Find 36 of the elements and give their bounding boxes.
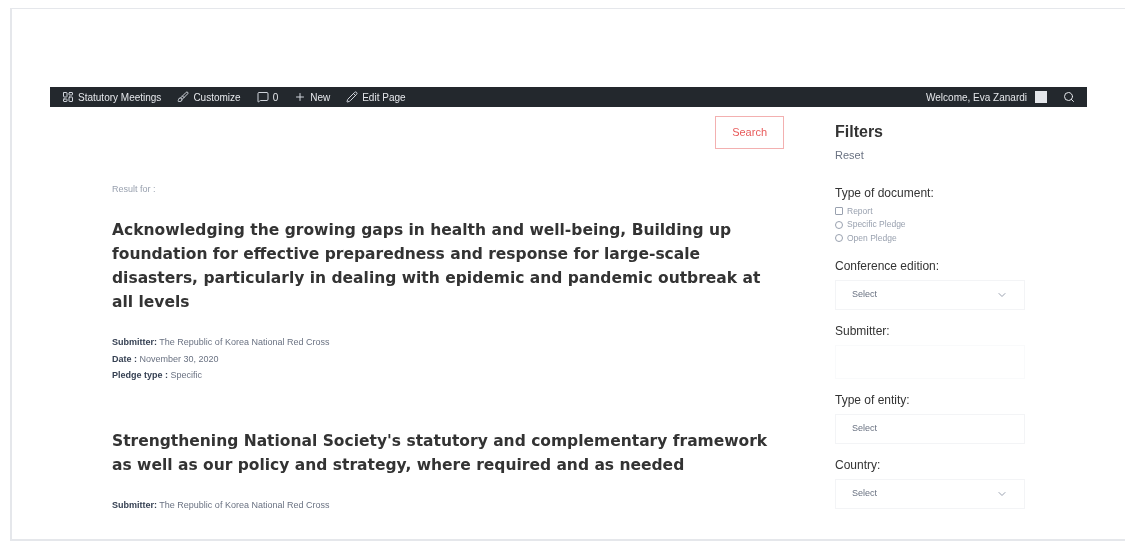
select-field[interactable]: Select	[835, 279, 1025, 310]
result-title[interactable]: Acknowledging the growing gaps in health and well-being, Building up foundation for effective preparedness and response for large-scale disasters, particularly in dealing with epidemic and pandemic outbreak at all levels	[112, 218, 792, 314]
filter-label: Submitter:	[835, 322, 891, 340]
radio-button[interactable]	[835, 220, 843, 229]
admin-bar-link[interactable]: Edit Page	[346, 89, 406, 105]
comment-icon	[256, 91, 269, 103]
filter-label: Type of document:	[835, 184, 935, 202]
option-label: Report	[847, 204, 873, 218]
filter-label: Country:	[835, 456, 882, 474]
meta-line: Pledge type : Specific	[112, 369, 204, 382]
filter-label: Conference edition:	[835, 257, 941, 275]
select-field[interactable]: Select	[835, 478, 1025, 509]
radio-button[interactable]	[835, 234, 843, 243]
admin-bar-link[interactable]: New	[294, 89, 331, 105]
result-title[interactable]: Strengthening National Society's statutory and complementary framework as well as our policy and strategy, where required and as needed	[112, 428, 792, 477]
filters-title: Filters	[835, 122, 884, 142]
admin-bar-link[interactable]: Customize	[177, 89, 241, 105]
brush-icon	[177, 91, 190, 103]
reset-link[interactable]: Reset	[835, 147, 1025, 164]
search-button[interactable]: Search	[715, 116, 784, 149]
select-field[interactable]: Select	[835, 413, 1025, 444]
meta-line: Submitter: The Republic of Korea National Red Cross	[112, 498, 331, 512]
result-for-label: Result for :	[112, 182, 157, 196]
plus-icon	[294, 91, 307, 103]
meta-line: Submitter: The Republic of Korea National Red Cross	[112, 336, 331, 349]
option-label: Specific Pledge	[847, 218, 906, 231]
pencil-icon	[346, 91, 359, 103]
dashboard-icon	[62, 91, 74, 103]
option-label: Open Pledge	[847, 232, 897, 245]
filter-label: Type of entity:	[835, 391, 911, 409]
admin-bar-link[interactable]: 0	[256, 89, 279, 105]
admin-bar-link[interactable]: Statutory Meetings	[62, 89, 162, 105]
meta-line: Date : November 30, 2020	[112, 352, 220, 366]
checkbox[interactable]	[835, 206, 843, 215]
search-icon[interactable]	[1063, 91, 1075, 103]
welcome-link[interactable]: Welcome, Eva Zanardi	[926, 89, 1027, 105]
